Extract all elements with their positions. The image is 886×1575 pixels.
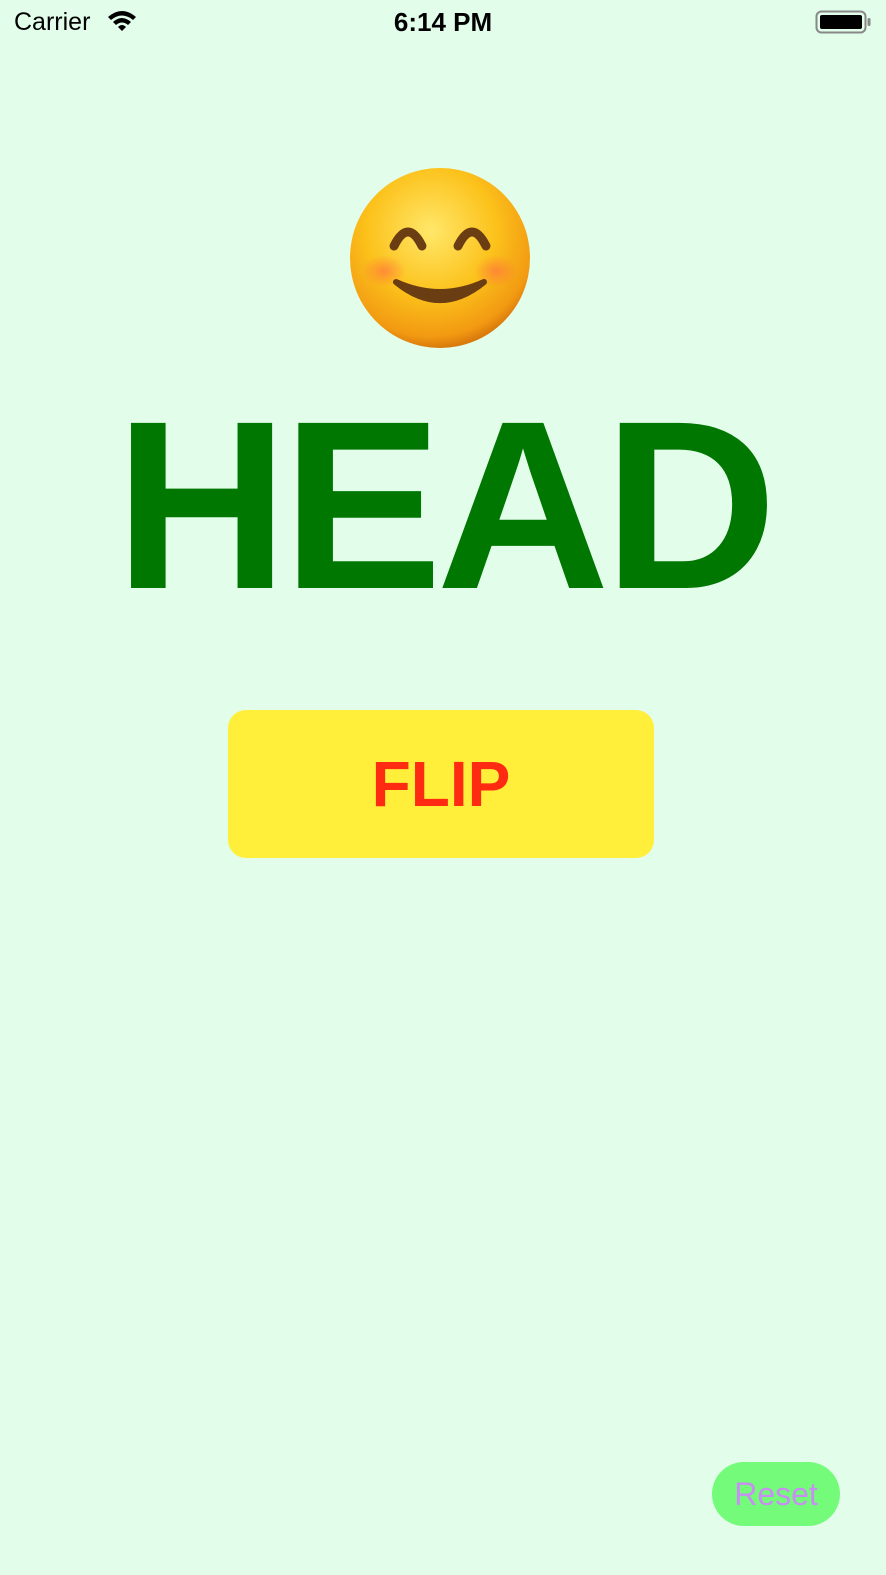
status-bar: Carrier 6:14 PM [0,0,886,44]
reset-button-label: Reset [734,1475,818,1512]
smiling-face-icon [348,166,532,350]
status-time: 6:14 PM [393,7,493,37]
flip-button-label: FLIP [371,748,511,820]
flip-button[interactable]: FLIP [228,710,654,858]
battery-icon [815,9,873,35]
coin-result-label: HEAD [114,371,777,639]
reset-button[interactable]: Reset [712,1462,840,1526]
